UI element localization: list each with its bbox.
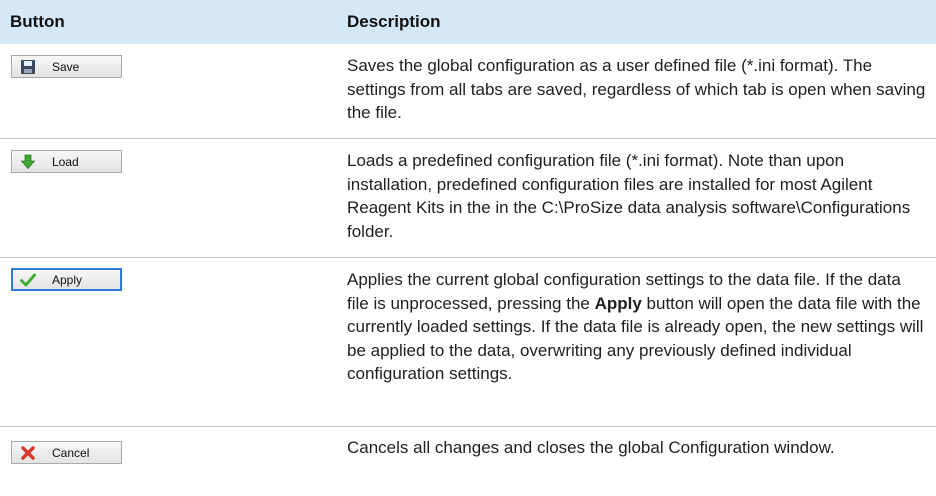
apply-button-label: Apply xyxy=(52,273,83,287)
floppy-disk-icon xyxy=(20,59,36,75)
header-description: Description xyxy=(347,12,441,31)
table-header: Button Description xyxy=(0,0,936,44)
apply-button[interactable]: Apply xyxy=(11,268,122,291)
table-row: Cancel Cancels all changes and closes th… xyxy=(0,427,936,487)
load-button[interactable]: Load xyxy=(11,150,122,173)
save-button[interactable]: Save xyxy=(11,55,122,78)
save-button-label: Save xyxy=(52,60,80,74)
description-apply: Applies the current global configuration… xyxy=(347,268,927,386)
load-button-label: Load xyxy=(52,155,79,169)
red-x-icon xyxy=(20,445,36,461)
green-down-arrow-icon xyxy=(20,154,36,170)
table-row: Save Saves the global configuration as a… xyxy=(0,44,936,139)
description-load: Loads a predefined configuration file (*… xyxy=(347,151,911,241)
header-button: Button xyxy=(10,12,65,31)
table-row: Load Loads a predefined configuration fi… xyxy=(0,139,936,258)
green-checkmark-icon xyxy=(20,272,36,288)
table-row: Apply Applies the current global configu… xyxy=(0,258,936,427)
description-save: Saves the global configuration as a user… xyxy=(347,56,926,122)
description-cancel: Cancels all changes and closes the globa… xyxy=(347,438,835,457)
cancel-button[interactable]: Cancel xyxy=(11,441,122,464)
button-description-table: Button Description Save Saves the global… xyxy=(0,0,936,487)
cancel-button-label: Cancel xyxy=(52,446,90,460)
description-apply-bold: Apply xyxy=(594,293,642,313)
